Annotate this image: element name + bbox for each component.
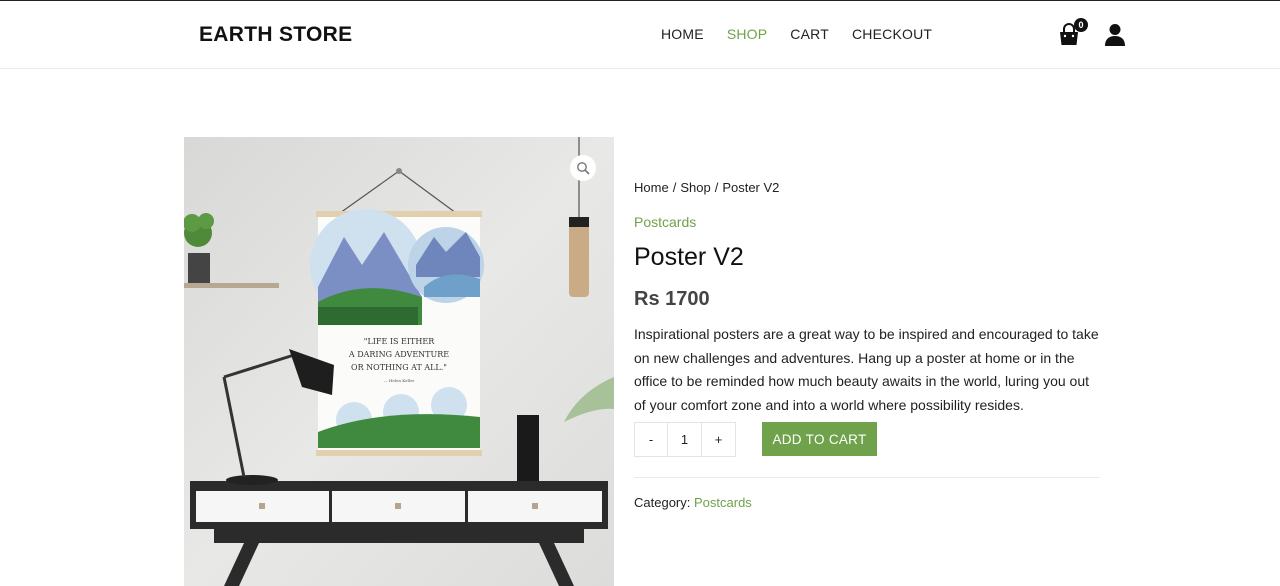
nav-cart[interactable]: CART: [790, 26, 829, 42]
nav-shop[interactable]: SHOP: [727, 26, 767, 42]
breadcrumb: Home / Shop / Poster V2: [634, 180, 779, 195]
breadcrumb-shop[interactable]: Shop: [680, 180, 710, 195]
category-label: Category:: [634, 495, 691, 510]
product-price: Rs 1700: [634, 288, 710, 310]
site-logo[interactable]: EARTH STORE: [199, 23, 352, 47]
breadcrumb-sep: /: [672, 180, 677, 195]
add-to-cart-button[interactable]: ADD TO CART: [762, 422, 877, 456]
qty-plus-button[interactable]: +: [702, 422, 736, 457]
poster-quote-line-1: "LIFE IS EITHER: [364, 337, 435, 346]
poster-author: — Helen Keller: [384, 378, 415, 383]
qty-minus-button[interactable]: -: [634, 422, 668, 457]
site-header: EARTH STORE HOME SHOP CART CHECKOUT 0: [0, 1, 1280, 69]
divider: [634, 477, 1100, 478]
breadcrumb-current: Poster V2: [722, 180, 780, 195]
product-category-link[interactable]: Postcards: [634, 214, 696, 230]
product-meta-category: Category: Postcards: [634, 495, 752, 510]
breadcrumb-sep: /: [714, 180, 719, 195]
poster-quote-line-3: OR NOTHING AT ALL.": [351, 363, 447, 372]
main-nav: HOME SHOP CART CHECKOUT: [661, 26, 955, 42]
poster-scene-image: "LIFE IS EITHER A DARING ADVENTURE OR NO…: [184, 137, 614, 586]
product-description: Inspirational posters are a great way to…: [634, 326, 1099, 413]
magnifier-icon: [577, 162, 590, 175]
poster-quote-line-2: A DARING ADVENTURE: [348, 350, 449, 359]
breadcrumb-home[interactable]: Home: [634, 180, 669, 195]
qty-input[interactable]: 1: [668, 422, 702, 457]
cart-count-badge: 0: [1074, 18, 1088, 32]
quantity-stepper: - 1 +: [634, 422, 736, 457]
product-title: Poster V2: [634, 243, 744, 271]
user-icon[interactable]: [1104, 23, 1126, 47]
zoom-button[interactable]: [570, 155, 596, 181]
nav-checkout[interactable]: CHECKOUT: [852, 26, 932, 42]
nav-home[interactable]: HOME: [661, 26, 704, 42]
product-image[interactable]: "LIFE IS EITHER A DARING ADVENTURE OR NO…: [184, 137, 614, 586]
category-link[interactable]: Postcards: [694, 495, 752, 510]
